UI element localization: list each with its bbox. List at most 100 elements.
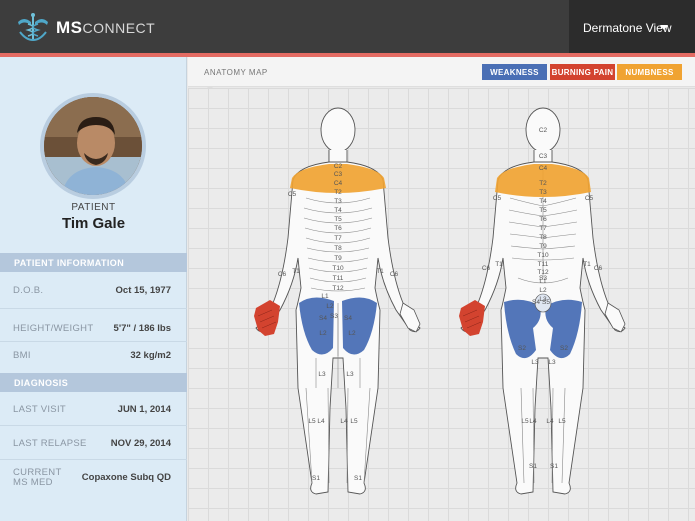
dob-label: D.O.B.: [13, 285, 44, 296]
legend-burning-pain[interactable]: BURNING PAIN: [550, 64, 615, 80]
back-label-c3: C3: [539, 153, 548, 160]
patient-information-header: PATIENT INFORMATION: [0, 253, 187, 272]
back-label-t5: T5: [539, 207, 547, 214]
front-label-t5: T5: [334, 216, 342, 223]
row-dob: D.O.B. Oct 15, 1977: [0, 272, 187, 309]
brand-connect: CONNECT: [82, 20, 156, 36]
last-relapse-value: NOV 29, 2014: [110, 438, 171, 449]
front-label-s1: S1: [312, 475, 320, 482]
view-dropdown-label: Dermatone View: [583, 21, 672, 35]
height-weight-value: 5'7" / 186 lbs: [113, 323, 171, 334]
bmi-value: 32 kg/m2: [130, 350, 171, 361]
bmi-label: BMI: [13, 350, 31, 361]
chevron-down-icon: [660, 25, 668, 30]
tab-anatomy-map[interactable]: ANATOMY MAP: [204, 68, 268, 77]
front-label-l1: L1: [321, 293, 329, 300]
last-visit-value: JUN 1, 2014: [117, 404, 171, 415]
patient-label: PATIENT: [71, 202, 116, 213]
brand-name: MSCONNECT: [56, 18, 155, 38]
back-label-t11: T11: [538, 261, 549, 268]
back-label-l3: L3: [548, 359, 556, 366]
front-label-t4: T4: [334, 207, 342, 214]
back-label-t1: T1: [495, 261, 503, 268]
front-label-t11: T11: [333, 275, 344, 282]
front-label-s4: S4: [319, 315, 327, 322]
back-label-c6: C6: [594, 265, 603, 272]
back-label-c2: C2: [539, 127, 548, 134]
back-label-l3: L3: [531, 359, 539, 366]
last-visit-label: LAST VISIT: [13, 404, 66, 415]
main-header: ANATOMY MAP WEAKNESS BURNING PAIN NUMBNE…: [188, 57, 695, 90]
front-label-c4: C4: [334, 180, 343, 187]
back-label-t1: T1: [583, 261, 591, 268]
front-label-t9: T9: [334, 255, 342, 262]
patient-sidebar: PATIENT Tim Gale PATIENT INFORMATION D.O…: [0, 57, 187, 521]
front-label-c3: C3: [334, 171, 343, 178]
front-label-c6: C6: [278, 271, 287, 278]
front-label-l5: L5: [308, 418, 316, 425]
back-label-t4: T4: [539, 198, 547, 205]
front-label-t7: T7: [334, 235, 342, 242]
row-current-med: CURRENT MS MED Copaxone Subq QD: [0, 460, 187, 496]
front-label-t1: T1: [292, 268, 300, 275]
height-weight-label: HEIGHT/WEIGHT: [13, 323, 94, 334]
back-label-l5: L5: [558, 418, 566, 425]
back-label-c4: C4: [539, 165, 548, 172]
back-label-t10: T10: [537, 252, 549, 259]
front-label-t1: T1: [376, 268, 384, 275]
front-label-l4: L4: [340, 418, 348, 425]
back-label-s3: S3: [539, 275, 547, 282]
back-label-c5: C5: [585, 195, 594, 202]
back-label-t6: T6: [539, 216, 547, 223]
front-label-t12: T12: [332, 285, 344, 292]
front-label-c5: C5: [288, 191, 297, 198]
front-label-l3: L3: [346, 371, 354, 378]
row-last-relapse: LAST RELAPSE NOV 29, 2014: [0, 426, 187, 460]
last-relapse-label: LAST RELAPSE: [13, 438, 87, 449]
back-label-s2: S2: [560, 345, 568, 352]
row-height-weight: HEIGHT/WEIGHT 5'7" / 186 lbs: [0, 309, 187, 342]
patient-name: Tim Gale: [61, 215, 126, 232]
front-label-t8: T8: [334, 245, 342, 252]
back-label-l4: L4: [546, 418, 554, 425]
front-label-l2: L2: [326, 303, 334, 310]
back-label-t2: T2: [539, 180, 547, 187]
row-bmi: BMI 32 kg/m2: [0, 342, 187, 373]
front-label-t10: T10: [332, 265, 344, 272]
patient-photo: [44, 97, 142, 195]
current-med-value: Copaxone Subq QD: [81, 472, 171, 483]
front-label-l5: L5: [350, 418, 358, 425]
brand-ms: MS: [56, 18, 83, 37]
back-label-t8: T8: [539, 234, 547, 241]
front-label-c2: C2: [334, 163, 343, 170]
back-label-l2: L2: [539, 287, 547, 294]
front-label-s4: S4: [344, 315, 352, 322]
anatomy-map: C2 C3 C4 T2 T3 T4 T5 T6 T7 T8 T9 T10 T11 T12 C5 T1 C6 C6 T…: [188, 88, 695, 521]
back-label-s5: S5: [542, 299, 550, 306]
back-label-s1: S1: [550, 463, 558, 470]
front-label-t3: T3: [334, 198, 342, 205]
legend-weakness[interactable]: WEAKNESS: [482, 64, 547, 80]
current-med-label: CURRENT MS MED: [13, 467, 62, 488]
diagnosis-header: DIAGNOSIS: [0, 373, 187, 392]
avatar: [40, 93, 146, 199]
back-label-t7: T7: [539, 225, 547, 232]
front-label-c6: C6: [390, 271, 399, 278]
view-dropdown[interactable]: Dermatone View: [569, 0, 695, 53]
dob-value: Oct 15, 1977: [115, 285, 171, 296]
back-label-s1: S1: [529, 463, 537, 470]
back-label-s4: S4: [532, 299, 540, 306]
back-label-t3: T3: [539, 189, 547, 196]
front-label-s1: S1: [354, 475, 362, 482]
back-label-t9: T9: [539, 243, 547, 250]
back-label-l4: L4: [529, 418, 537, 425]
front-label-t2: T2: [334, 189, 342, 196]
caduceus-logo-icon: [18, 13, 48, 42]
row-last-visit: LAST VISIT JUN 1, 2014: [0, 392, 187, 426]
back-label-s2: S2: [518, 345, 526, 352]
front-label-l3: L3: [318, 371, 326, 378]
back-label-l5: L5: [521, 418, 529, 425]
legend-numbness[interactable]: NUMBNESS: [617, 64, 682, 80]
front-label-s3: S3: [330, 313, 338, 320]
anatomy-figures: C2C3C4T2T3T4T5T6T7T8T9T10T11T12C5T1C6 C6T…: [254, 107, 626, 495]
